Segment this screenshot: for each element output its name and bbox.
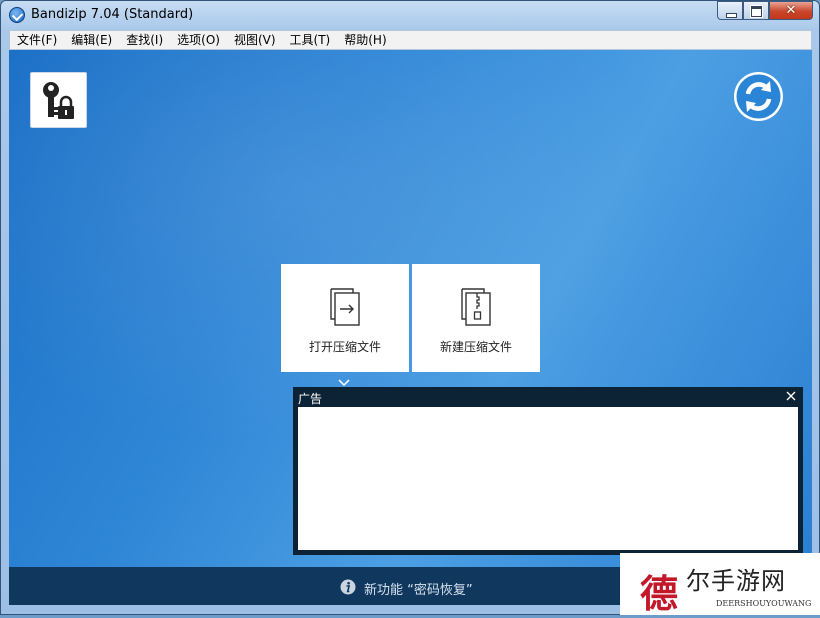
refresh-icon	[736, 74, 781, 119]
close-icon: ✕	[785, 3, 797, 18]
close-icon[interactable]	[784, 389, 798, 403]
open-archive-button[interactable]: 打开压缩文件	[281, 264, 409, 372]
window-title: Bandizip 7.04 (Standard)	[31, 7, 194, 22]
window-controls: ✕	[717, 1, 813, 21]
watermark-title: 尔手游网	[686, 567, 786, 595]
menu-tools[interactable]: 工具(T)	[283, 31, 338, 49]
new-archive-button[interactable]: 新建压缩文件	[412, 264, 540, 372]
menu-options[interactable]: 选项(O)	[170, 31, 227, 49]
menu-file[interactable]: 文件(F)	[10, 31, 64, 49]
title-bar[interactable]: Bandizip 7.04 (Standard) ✕	[1, 1, 819, 29]
refresh-button[interactable]	[734, 72, 783, 121]
key-lock-icon	[43, 82, 74, 119]
new-archive-icon	[461, 288, 491, 326]
watermark-logo: 德	[636, 557, 682, 616]
menu-help[interactable]: 帮助(H)	[337, 31, 393, 49]
new-feature-link[interactable]: 新功能 “密码恢复”	[364, 579, 473, 598]
password-manager-button[interactable]	[30, 72, 87, 128]
open-archive-icon	[330, 288, 360, 326]
ad-title: 广告	[298, 392, 323, 406]
main-area: 打开压缩文件 新建压缩文件 广告	[9, 50, 812, 567]
open-archive-label: 打开压缩文件	[308, 340, 381, 354]
app-window: Bandizip 7.04 (Standard) ✕ 文件(F) 编辑(E) 查…	[0, 0, 820, 615]
menu-view[interactable]: 视图(V)	[227, 31, 283, 49]
minimize-button[interactable]	[717, 1, 743, 20]
watermark-logo-char: 德	[639, 571, 678, 616]
ad-content[interactable]	[298, 407, 798, 550]
close-button[interactable]: ✕	[769, 1, 813, 20]
ad-panel: 广告	[293, 387, 803, 555]
watermark-subtitle: DEERSHOUYOUWANG	[716, 599, 812, 608]
new-archive-label: 新建压缩文件	[439, 340, 512, 354]
chevron-down-icon[interactable]	[337, 379, 351, 387]
info-icon	[340, 579, 356, 595]
site-watermark: 德 尔手游网 DEERSHOUYOUWANG	[620, 553, 820, 616]
menu-bar: 文件(F) 编辑(E) 查找(I) 选项(O) 视图(V) 工具(T) 帮助(H…	[9, 30, 812, 50]
bandizip-app-icon[interactable]	[9, 7, 25, 23]
menu-find[interactable]: 查找(I)	[119, 31, 170, 49]
menu-edit[interactable]: 编辑(E)	[64, 31, 119, 49]
maximize-button[interactable]	[743, 1, 769, 20]
